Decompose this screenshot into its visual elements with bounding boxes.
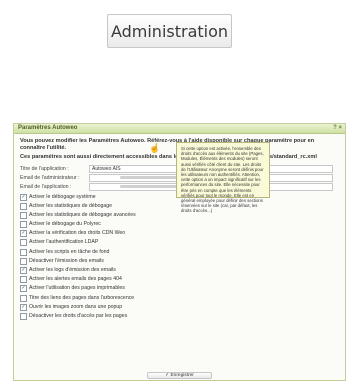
- checkbox-row[interactable]: ✓ Activer l'utilisation des pages imprima…: [14, 284, 345, 293]
- checkbox-label: Désactiver les droits d'accès par les pa…: [29, 312, 128, 319]
- checkbox-unchecked[interactable]: [20, 257, 27, 265]
- checkbox-checked[interactable]: ✓: [20, 267, 27, 274]
- checkbox-label: Activer le débogage du Polyrec: [29, 221, 101, 228]
- field-label: Titre de l'application :: [20, 165, 69, 172]
- checkbox-checked[interactable]: ✓: [20, 193, 27, 201]
- checkbox-label: Activer les scripts en tâche de fond: [29, 248, 110, 255]
- checkbox-unchecked[interactable]: [20, 211, 27, 219]
- hand-cursor-icon: ☝: [149, 143, 161, 153]
- checkbox-row[interactable]: Activer le débogage du Polyrec: [14, 220, 345, 229]
- checkbox-row[interactable]: Activer les scripts en tâche de fond: [14, 248, 345, 257]
- checkbox-label: Titre des liens des pages dans l'arbores…: [29, 294, 135, 301]
- checkbox-label: Activer les logs d'émission des emails: [29, 267, 116, 273]
- checkbox-row[interactable]: ✓ Ouvrir les images zoom dans une popup: [14, 303, 345, 312]
- checkbox-label: Activer l'utilisation des pages imprimab…: [29, 285, 125, 292]
- checkbox-label: Désactiver l'émission des emails: [29, 257, 104, 264]
- window-controls[interactable]: ? ×: [333, 124, 342, 133]
- checkbox-checked[interactable]: ✓: [20, 230, 27, 238]
- checkbox-checked[interactable]: ✓: [20, 303, 27, 311]
- checkbox-unchecked[interactable]: [20, 276, 27, 284]
- panel-titlebar: Paramètres Autoweo ? ×: [14, 124, 345, 134]
- checkbox-row[interactable]: Activer les alertes emails des pages 404: [14, 275, 345, 284]
- checkbox-label: Activer le débogage système: [29, 193, 96, 200]
- checkbox-row[interactable]: Titre des liens des pages dans l'arbores…: [14, 294, 345, 303]
- checkbox-row[interactable]: Activer les statistiques de débogage: [14, 202, 345, 211]
- checkbox-row[interactable]: Activer les statistiques de débogage ava…: [14, 211, 345, 220]
- checkbox-label: Ouvrir les images zoom dans une popup: [29, 303, 123, 310]
- checkbox-label: Activer les statistiques de débogage ava…: [29, 211, 136, 218]
- checkbox-row[interactable]: Désactiver les droits d'accès par les pa…: [14, 312, 345, 321]
- checkbox-row[interactable]: Désactiver l'émission des emails: [14, 257, 345, 266]
- checkbox-row[interactable]: ✓ Activer les logs d'émission des emails: [14, 266, 345, 275]
- field-label: Email de l'administrateur :: [20, 174, 80, 181]
- help-tooltip: Si cette option est activée, l'ensemble …: [176, 142, 270, 213]
- field-label: Email de l'application :: [20, 183, 72, 190]
- checkbox-unchecked[interactable]: [20, 312, 27, 320]
- checkbox-unchecked[interactable]: [20, 239, 27, 247]
- administration-button[interactable]: Administration: [107, 14, 232, 48]
- checkbox-unchecked[interactable]: [20, 202, 27, 210]
- panel-title: Paramètres Autoweo: [18, 125, 78, 131]
- checkbox-label: Activer l'authentification LDAP: [29, 239, 99, 246]
- checkbox-row[interactable]: Activer l'authentification LDAP: [14, 238, 345, 247]
- checkbox-unchecked[interactable]: [20, 294, 27, 302]
- save-button[interactable]: ✓ Enregistrer: [147, 372, 212, 379]
- checkbox-label: Activer la vérification des droits CDN W…: [29, 230, 126, 237]
- checkbox-unchecked[interactable]: [20, 221, 27, 229]
- checkbox-row[interactable]: ✓ Activer la vérification des droits CDN …: [14, 229, 345, 238]
- checkbox-label: Activer les alertes emails des pages 404: [29, 276, 122, 283]
- checkbox-unchecked[interactable]: [20, 248, 27, 256]
- checkbox-checked[interactable]: ✓: [20, 285, 27, 293]
- checkbox-label: Activer les statistiques de débogage: [29, 202, 113, 209]
- checkbox-list: ✓ Activer le débogage système Activer les …: [14, 191, 345, 322]
